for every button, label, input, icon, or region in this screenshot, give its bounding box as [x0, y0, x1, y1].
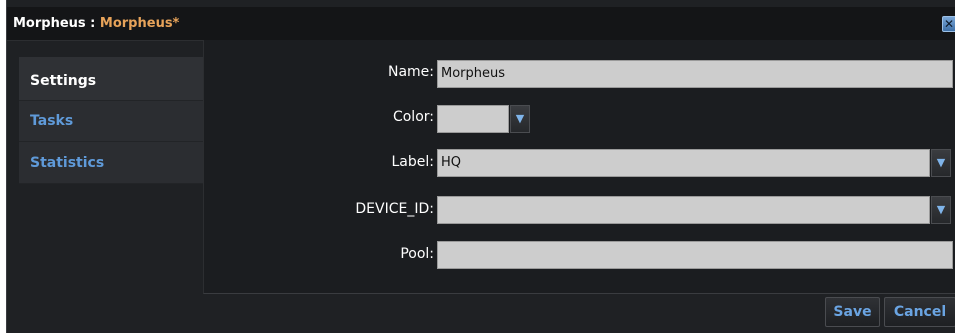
chevron-down-icon: ▼ — [936, 203, 946, 216]
save-button[interactable]: Save — [825, 297, 880, 327]
label-field[interactable]: HQ — [437, 149, 930, 177]
pool-label: Pool: — [400, 246, 434, 262]
label-label: Label: — [391, 154, 435, 170]
title-name: Morpheus* — [99, 16, 180, 31]
title-prefix: Morpheus : — [13, 16, 100, 31]
device-id-label: DEVICE_ID: — [355, 201, 434, 217]
close-icon[interactable]: ✕ — [942, 16, 955, 32]
sidebar-item-label: Statistics — [30, 155, 105, 171]
edit-dialog: Morpheus : Morpheus* ✕ Settings Tasks St… — [6, 0, 955, 333]
chevron-down-icon: ▼ — [936, 156, 946, 169]
sidebar-item-label: Tasks — [30, 113, 74, 129]
sidebar-item-label: Settings — [30, 73, 97, 89]
color-label: Color: — [392, 109, 434, 125]
dialog-titlebar: Morpheus : Morpheus* ✕ — [7, 7, 955, 41]
dialog-title: Morpheus : Morpheus* — [13, 16, 179, 31]
cancel-button[interactable]: Cancel — [884, 297, 955, 327]
name-label: Name: — [387, 64, 434, 80]
color-dropdown-button[interactable]: ▼ — [510, 105, 530, 133]
sidebar-nav: Settings Tasks Statistics — [19, 57, 203, 184]
settings-panel: Name: Morpheus Color: ▼ Label: HQ ▼ DEVI… — [203, 40, 955, 294]
label-dropdown-button[interactable]: ▼ — [931, 149, 951, 177]
sidebar-item-tasks[interactable]: Tasks — [19, 101, 203, 142]
chevron-down-icon: ▼ — [515, 112, 525, 125]
sidebar-item-statistics[interactable]: Statistics — [19, 142, 203, 184]
pool-field[interactable] — [437, 241, 953, 269]
device-id-dropdown-button[interactable]: ▼ — [931, 196, 951, 224]
name-field[interactable]: Morpheus — [437, 60, 953, 88]
device-id-field[interactable] — [437, 196, 930, 224]
color-field[interactable] — [437, 105, 509, 133]
sidebar-item-settings[interactable]: Settings — [19, 57, 203, 101]
